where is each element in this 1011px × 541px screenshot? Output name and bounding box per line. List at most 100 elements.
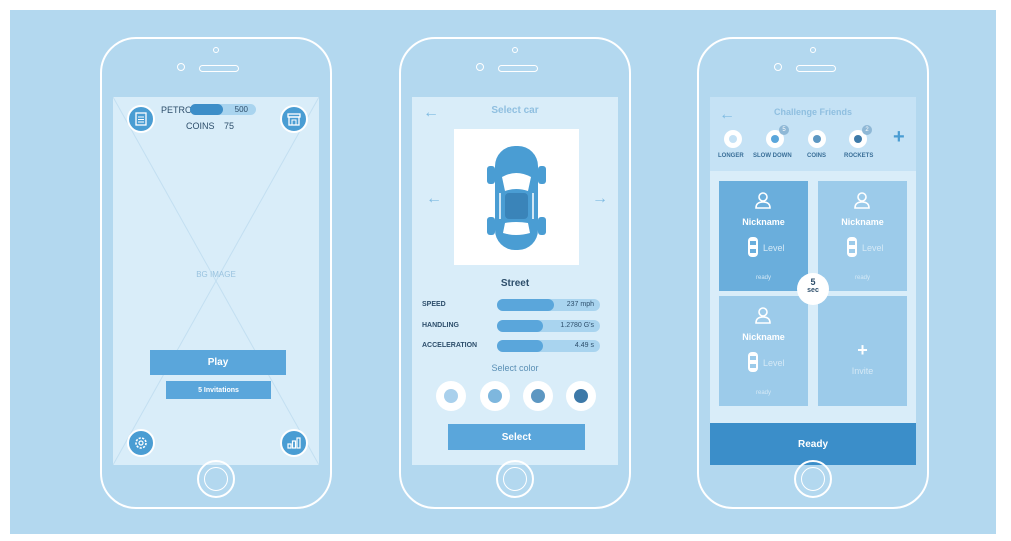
play-button[interactable]: Play [150,350,286,375]
previous-car-arrow-icon[interactable]: ← [426,191,442,207]
player-level: Level [763,243,785,253]
add-powerup-icon[interactable]: + [893,127,905,147]
speaker [199,65,239,72]
page-title: Select car [491,105,539,116]
powerup-dot [854,135,862,143]
powerup-label: ROCKETS [844,153,874,159]
player-status: ready [854,275,870,281]
phone-challenge-friends: ← Challenge Friends 5 2 + LONGER SLOW DO… [697,37,929,509]
player-nickname: Nickname [742,217,785,227]
player-level: Level [862,243,884,253]
stat-bar-fill [497,320,544,332]
phone-select-car: ← Select car ← → Street SPEED 237 mph HA… [399,37,631,509]
stat-bar-speed: 237 mph [497,299,600,311]
canvas: PETROL 500 COINS 75 BG IMAGE Play 5 Invi… [0,0,1011,541]
user-icon [854,192,870,209]
car-icon [748,237,758,257]
powerup-label: LONGER [718,153,744,159]
phone-main-menu: PETROL 500 COINS 75 BG IMAGE Play 5 Invi… [100,37,332,509]
ready-button[interactable]: Ready [710,423,916,465]
select-button[interactable]: Select [448,424,585,450]
camera [810,47,816,53]
player-card[interactable]: Nickname Level ready [719,181,808,291]
player-level: Level [763,358,785,368]
next-car-arrow-icon[interactable]: → [592,191,608,207]
sensor [177,63,185,71]
challenge-friends-screen: ← Challenge Friends 5 2 + LONGER SLOW DO… [710,97,916,465]
user-icon [755,192,771,209]
home-button[interactable] [496,460,534,498]
page-title: Challenge Friends [773,107,853,117]
bg-placeholder-cross [113,97,319,465]
speaker [498,65,538,72]
stat-value-acceleration: 4.49 s [574,342,594,349]
color-swatch-3[interactable] [523,381,553,411]
color-swatch-4[interactable] [566,381,596,411]
powerup-badge: 2 [862,125,872,135]
swatch-dot [444,389,458,403]
stat-label-handling: HANDLING [422,322,459,329]
car-icon [748,352,758,372]
invite-label: Invite [851,366,874,376]
stat-bar-acceleration: 4.49 s [497,340,600,352]
powerup-label: SLOW DOWN [753,153,792,159]
powerup-slow-down-icon[interactable]: 5 [766,125,789,148]
invite-card[interactable]: + Invite [818,296,907,406]
sensor [774,63,782,71]
stat-bar-fill [497,340,544,352]
settings-icon[interactable] [127,429,155,457]
main-menu-screen: PETROL 500 COINS 75 BG IMAGE Play 5 Invi… [113,97,319,465]
powerup-dot [771,135,779,143]
powerup-badge: 5 [779,125,789,135]
invitations-button[interactable]: 5 Invitations [166,381,271,399]
petrol-value: 500 [234,105,248,114]
color-swatch-1[interactable] [436,381,466,411]
player-nickname: Nickname [742,332,785,342]
plus-icon: + [857,340,868,360]
stat-label-acceleration: ACCELERATION [422,342,478,349]
powerup-coins-icon[interactable] [808,130,826,148]
powerup-rockets-icon[interactable]: 2 [849,125,872,148]
sensor [476,63,484,71]
petrol-bar-fill [190,104,223,115]
petrol-bar: 500 [190,104,256,115]
player-status: ready [755,390,771,396]
stat-bar-handling: 1.2780 G's [497,320,600,332]
powerup-dot [813,135,821,143]
challenge-header: ← Challenge Friends 5 2 + LONGER SLOW DO… [710,97,916,171]
stat-value-handling: 1.2780 G's [560,322,594,329]
swatch-dot [488,389,502,403]
camera [213,47,219,53]
player-status: ready [755,275,771,281]
swatch-dot [531,389,545,403]
home-button[interactable] [794,460,832,498]
car-name: Street [500,278,530,289]
car-icon [487,146,546,250]
timer-value: 5 [810,277,816,287]
stat-label-speed: SPEED [422,301,446,308]
select-color-label: Select color [491,363,539,373]
bg-image-label: BG IMAGE [196,270,236,279]
car-preview [454,129,579,265]
stat-bar-fill [497,299,554,311]
home-button[interactable] [197,460,235,498]
shop-icon[interactable] [280,105,308,133]
timer-unit: sec [807,287,819,294]
color-swatch-2[interactable] [480,381,510,411]
leaderboard-icon[interactable] [280,429,308,457]
player-card[interactable]: Nickname Level ready [719,296,808,406]
powerup-dot [729,135,737,143]
powerup-longer-icon[interactable] [724,130,742,148]
user-icon [755,307,771,324]
player-nickname: Nickname [841,217,884,227]
document-icon[interactable] [127,105,155,133]
player-card[interactable]: Nickname Level ready [818,181,907,291]
camera [512,47,518,53]
select-car-screen: ← Select car ← → Street SPEED 237 mph HA… [412,97,618,465]
car-icon [847,237,857,257]
stat-value-speed: 237 mph [566,301,594,308]
swatch-dot [574,389,588,403]
coins-value: 75 [224,121,235,131]
powerup-label: COINS [807,153,827,159]
coins-label: COINS [186,121,215,131]
